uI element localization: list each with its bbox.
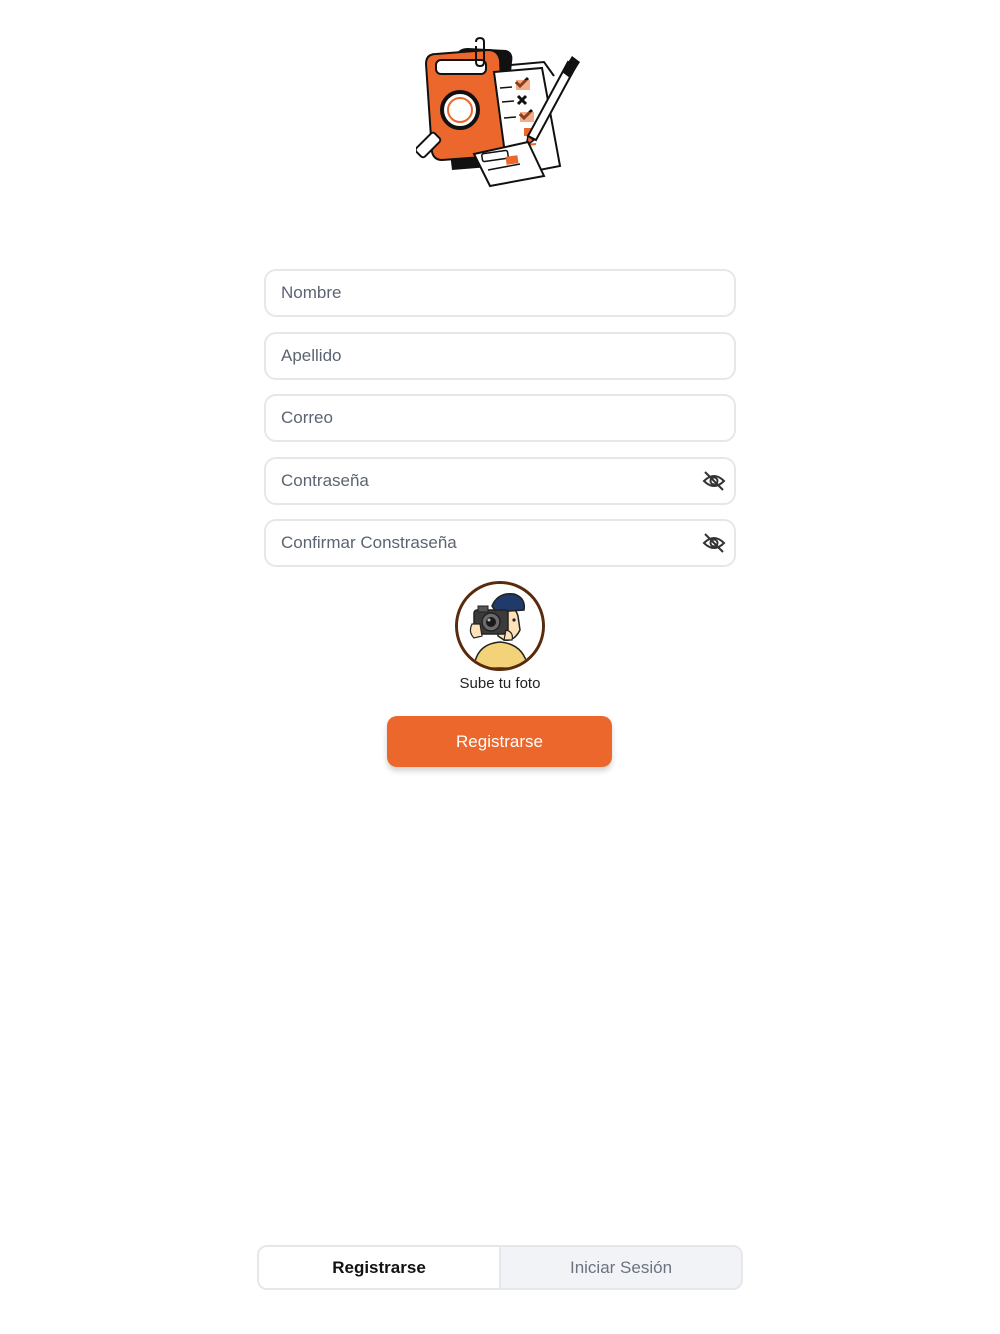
tab-register-label: Registrarse: [332, 1257, 426, 1277]
confirm-password-input[interactable]: [266, 521, 734, 565]
auth-tabs: Registrarse Iniciar Sesión: [257, 1245, 743, 1290]
clipboard-checklist-illustration: [414, 36, 580, 188]
email-input[interactable]: [266, 396, 734, 440]
tab-register[interactable]: Registrarse: [259, 1247, 501, 1288]
app-logo: [414, 36, 584, 192]
eye-off-icon[interactable]: [702, 532, 726, 554]
photographer-avatar-icon[interactable]: [455, 581, 545, 671]
register-button[interactable]: Registrarse: [387, 716, 612, 767]
tab-login[interactable]: Iniciar Sesión: [501, 1247, 741, 1288]
photo-upload[interactable]: [455, 581, 545, 671]
registration-form: [264, 269, 736, 582]
password-field[interactable]: [264, 456, 736, 505]
last-name-field[interactable]: [264, 331, 736, 380]
eye-off-icon[interactable]: [702, 470, 726, 492]
first-name-field[interactable]: [264, 269, 736, 317]
last-name-input[interactable]: [266, 333, 734, 378]
first-name-input[interactable]: [266, 271, 734, 315]
password-input[interactable]: [266, 458, 734, 503]
email-field[interactable]: [264, 394, 736, 442]
photo-upload-label: Sube tu foto: [459, 675, 541, 692]
tab-login-label: Iniciar Sesión: [569, 1257, 673, 1277]
confirm-password-field[interactable]: [264, 519, 736, 567]
